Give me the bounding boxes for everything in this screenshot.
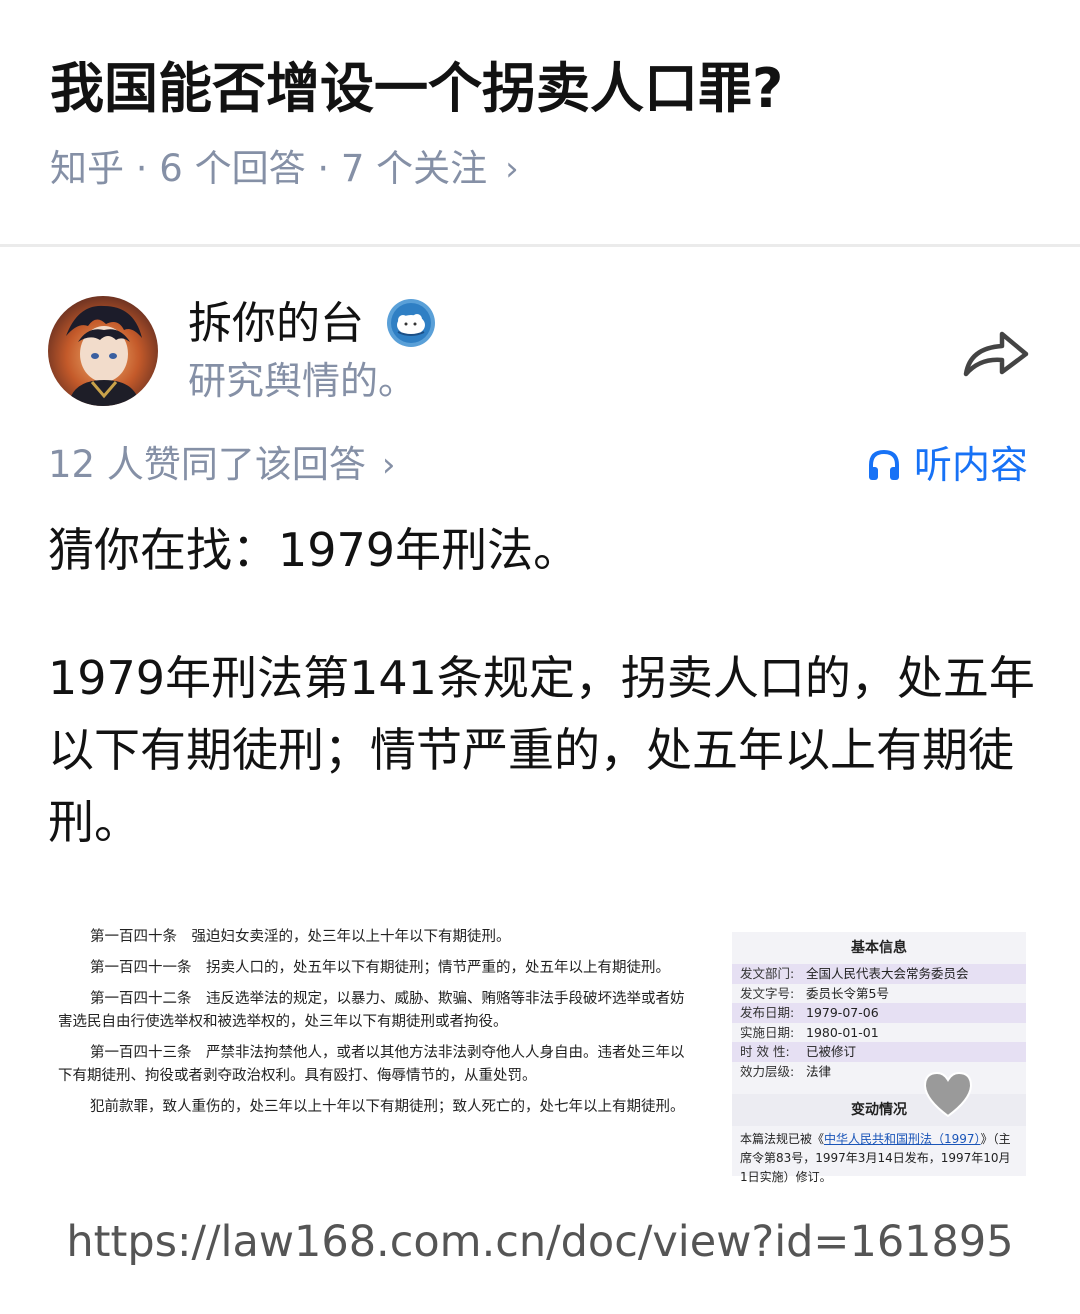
change-text: 本篇法规已被《中华人民共和国刑法（1997）》（主席令第83号，1997年3月1… — [732, 1126, 1026, 1191]
change-prefix: 本篇法规已被《 — [740, 1131, 825, 1146]
question-meta-text: 知乎 · 6 个回答 · 7 个关注 — [50, 147, 488, 190]
sheep-badge-icon — [386, 298, 436, 348]
info-row: 发文字号: 委员长令第5号 — [732, 984, 1026, 1004]
info-row: 发文部门: 全国人民代表大会常务委员会 — [732, 964, 1026, 984]
law-info-panel[interactable]: 基本信息 发文部门: 全国人民代表大会常务委员会 发文字号: 委员长令第5号 发布日… — [732, 932, 1026, 1184]
info-row: 发布日期: 1979-07-06 — [732, 1003, 1026, 1023]
divider — [0, 244, 1080, 247]
info-value: 法律 — [806, 1063, 832, 1079]
share-arrow-icon[interactable] — [960, 322, 1032, 382]
author-name[interactable]: 拆你的台 — [188, 296, 364, 352]
question-meta[interactable]: 知乎 · 6 个回答 · 7 个关注 › — [50, 146, 519, 192]
info-key: 效力层级: — [740, 1063, 795, 1079]
avatar[interactable] — [48, 296, 158, 406]
info-key: 时 效 性: — [740, 1044, 790, 1060]
vote-count[interactable]: 12 人赞同了该回答 › — [48, 440, 395, 490]
vote-count-text: 12 人赞同了该回答 — [48, 443, 366, 486]
info-key: 发文部门: — [740, 966, 795, 981]
change-heading: 变动情况 — [732, 1093, 1026, 1126]
info-row: 实施日期: 1980-01-01 — [732, 1023, 1026, 1043]
listen-label: 听内容 — [914, 443, 1029, 487]
info-row: 效力层级: 法律 — [732, 1062, 1026, 1082]
heart-icon[interactable] — [922, 1070, 974, 1118]
info-heading: 基本信息 — [851, 940, 907, 956]
question-title[interactable]: 我国能否增设一个拐卖人口罪? — [50, 56, 1040, 122]
law-link[interactable]: 中华人民共和国刑法（1997） — [824, 1132, 981, 1146]
answer-paragraph: 猜你在找：1979年刑法。 — [48, 523, 580, 577]
info-key: 发文字号: — [740, 985, 795, 1001]
law-text-screenshot[interactable]: 第一百四十条 强迫妇女卖淫的，处三年以上十年以下有期徒刑。 第一百四十一条 拐卖… — [58, 926, 698, 1127]
law-article: 犯前款罪，致人重伤的，处三年以上十年以下有期徒刑；致人死亡的，处七年以上有期徒刑… — [90, 1099, 685, 1115]
law-article: 第一百四十二条 违反选举法的规定，以暴力、威胁、欺骗、贿赂等非法手段破坏选举或者… — [58, 991, 685, 1030]
info-key: 发布日期: — [740, 1005, 795, 1021]
source-url[interactable]: https://law168.com.cn/doc/view?id=161895 — [0, 1212, 1080, 1272]
info-key: 实施日期: — [740, 1024, 795, 1040]
headphones-icon — [869, 449, 899, 480]
law-article: 第一百四十条 强迫妇女卖淫的，处三年以上十年以下有期徒刑。 — [90, 929, 511, 945]
chevron-right-icon: › — [505, 149, 519, 189]
info-value: 1979-07-06 — [806, 1005, 879, 1021]
law-article: 第一百四十一条 拐卖人口的，处五年以下有期徒刑；情节严重的，处五年以上有期徒刑。 — [90, 960, 670, 976]
info-value: 1980-01-01 — [806, 1024, 879, 1040]
info-value: 已被修订 — [806, 1044, 857, 1060]
info-row: 时 效 性: 已被修订 — [732, 1042, 1026, 1062]
author-bio: 研究舆情的。 — [188, 359, 417, 403]
listen-button[interactable]: 听内容 — [866, 440, 1028, 490]
info-value: 委员长令第5号 — [806, 985, 889, 1001]
answer-paragraph: 1979年刑法第141条规定，拐卖人口的，处五年以下有期徒刑；情节严重的，处五年… — [48, 651, 1035, 849]
chevron-right-icon: › — [381, 445, 396, 485]
info-value: 全国人民代表大会常务委员会 — [806, 966, 969, 981]
law-article: 第一百四十三条 严禁非法拘禁他人，或者以其他方法非法剥夺他人人身自由。违者处三年… — [58, 1045, 685, 1084]
